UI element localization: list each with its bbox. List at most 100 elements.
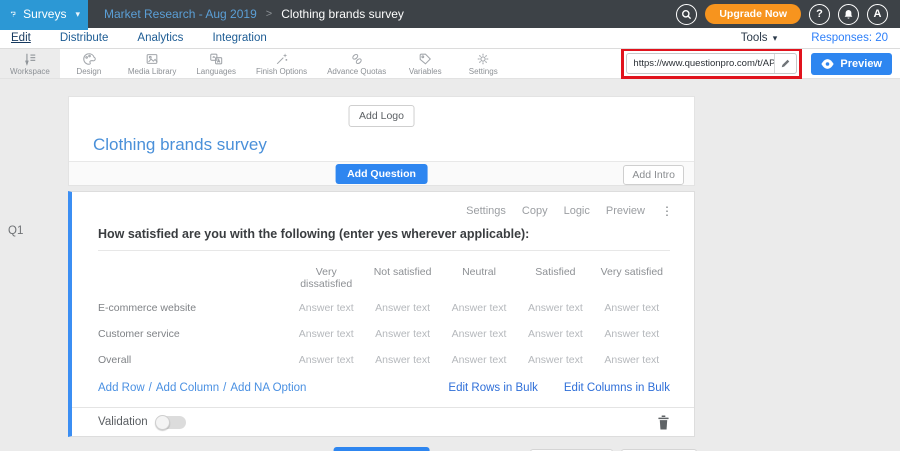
notifications-button[interactable] xyxy=(838,4,859,25)
matrix-answer-cell[interactable]: Answer text xyxy=(441,347,517,373)
add-question-button[interactable]: Add Question xyxy=(335,164,428,184)
nav-tab-analytics[interactable]: Analytics xyxy=(137,32,183,44)
editor-canvas: Q1 Add Logo Clothing brands survey Add Q… xyxy=(0,79,900,451)
edit-url-button[interactable] xyxy=(774,54,796,73)
responses-count[interactable]: Responses: 20 xyxy=(811,32,888,44)
chevron-down-icon: ▾ xyxy=(75,9,80,20)
matrix-answer-cell[interactable]: Answer text xyxy=(288,321,364,347)
toolbar-item-label: Advance Quotas xyxy=(327,67,386,76)
toolbar-item-languages[interactable]: Languages xyxy=(186,49,246,78)
toolbar-item-variables[interactable]: Variables xyxy=(396,49,454,78)
bell-icon xyxy=(843,9,854,20)
link-separator: / xyxy=(223,382,226,394)
toolbar-item-workspace[interactable]: Workspace xyxy=(0,49,60,78)
matrix-column-header[interactable]: Satisfied xyxy=(517,251,593,295)
matrix-column-header[interactable]: Not satisfied xyxy=(364,251,440,295)
survey-url-field[interactable]: https://www.questionpro.com/t/APNrFZ xyxy=(626,53,797,74)
edit-rows-in-bulk-link[interactable]: Edit Rows in Bulk xyxy=(448,382,537,394)
add-logo-button[interactable]: Add Logo xyxy=(348,105,415,127)
add-na-option-link[interactable]: Add NA Option xyxy=(230,382,306,394)
add-column-link[interactable]: Add Column xyxy=(156,382,219,394)
surveys-menu[interactable]: Surveys ▾ xyxy=(0,0,88,28)
matrix-answer-cell[interactable]: Answer text xyxy=(517,347,593,373)
edit-columns-in-bulk-link[interactable]: Edit Columns in Bulk xyxy=(564,382,670,394)
tools-menu[interactable]: Tools ▾ xyxy=(741,32,778,44)
toolbar-item-settings[interactable]: Settings xyxy=(454,49,512,78)
matrix-answer-cell[interactable]: Answer text xyxy=(364,295,440,321)
question-action-logic[interactable]: Logic xyxy=(564,205,590,217)
upgrade-now-button[interactable]: Upgrade Now xyxy=(705,4,801,24)
matrix-answer-cell[interactable]: Answer text xyxy=(288,347,364,373)
add-row-link[interactable]: Add Row xyxy=(98,382,145,394)
matrix-answer-cell[interactable]: Answer text xyxy=(364,321,440,347)
topbar-spacer xyxy=(404,0,676,28)
help-button[interactable]: ? xyxy=(809,4,830,25)
question-action-settings[interactable]: Settings xyxy=(466,205,506,217)
matrix-answer-cell[interactable]: Answer text xyxy=(441,321,517,347)
question-action-preview[interactable]: Preview xyxy=(606,205,645,217)
languages-icon xyxy=(209,52,223,66)
bulk-edit-links: Edit Rows in Bulk Edit Columns in Bulk xyxy=(448,382,670,394)
pencil-icon xyxy=(780,58,791,69)
matrix-answer-cell[interactable]: Answer text xyxy=(441,295,517,321)
matrix-corner-cell xyxy=(98,251,288,295)
vertical-dots-icon[interactable]: ⋮ xyxy=(661,204,672,218)
matrix-answer-cell[interactable]: Answer text xyxy=(364,347,440,373)
survey-title[interactable]: Clothing brands survey xyxy=(93,135,267,155)
palette-icon xyxy=(82,52,96,66)
toolbar-item-label: Variables xyxy=(409,67,442,76)
matrix-answer-cell[interactable]: Answer text xyxy=(288,295,364,321)
questionpro-logo-icon xyxy=(10,6,16,22)
delete-question-button[interactable] xyxy=(657,415,670,430)
question-text[interactable]: How satisfied are you with the following… xyxy=(98,227,529,241)
matrix-answer-cell[interactable]: Answer text xyxy=(517,321,593,347)
toolbar-right: https://www.questionpro.com/t/APNrFZ Pre… xyxy=(621,49,900,78)
matrix-column-header[interactable]: Neutral xyxy=(441,251,517,295)
search-button[interactable] xyxy=(676,4,697,25)
eye-icon xyxy=(821,59,834,69)
top-bar: Surveys ▾ Market Research - Aug 2019 > C… xyxy=(0,0,900,28)
avatar[interactable]: A xyxy=(867,4,888,25)
nav-tab-distribute[interactable]: Distribute xyxy=(60,32,109,44)
add-question-button-bottom[interactable]: Add Question xyxy=(333,447,430,451)
add-intro-button[interactable]: Add Intro xyxy=(623,165,684,185)
section-nav-links: Edit Distribute Analytics Integration xyxy=(11,32,267,44)
question-actions: Settings Copy Logic Preview ⋮ xyxy=(72,192,694,218)
matrix-row-label[interactable]: Overall xyxy=(98,347,288,373)
toolbar-item-design[interactable]: Design xyxy=(60,49,118,78)
matrix-row-label[interactable]: Customer service xyxy=(98,321,288,347)
matrix-column-header[interactable]: Very dissatisfied xyxy=(288,251,364,295)
nav-tab-integration[interactable]: Integration xyxy=(212,32,266,44)
matrix-answer-cell[interactable]: Answer text xyxy=(594,295,670,321)
survey-header-top: Add Logo Clothing brands survey xyxy=(69,97,694,161)
breadcrumb: Market Research - Aug 2019 > Clothing br… xyxy=(104,0,404,28)
validation-label: Validation xyxy=(98,416,148,428)
preview-button[interactable]: Preview xyxy=(811,53,892,75)
matrix-answer-cell[interactable]: Answer text xyxy=(517,295,593,321)
breadcrumb-parent[interactable]: Market Research - Aug 2019 xyxy=(104,7,257,21)
toolbar-item-label: Languages xyxy=(196,67,236,76)
toolbar-item-advance-quotas[interactable]: Advance Quotas xyxy=(317,49,396,78)
survey-header-card: Add Logo Clothing brands survey Add Ques… xyxy=(68,96,695,186)
toolbar-item-media-library[interactable]: Media Library xyxy=(118,49,186,78)
question-text-field[interactable]: How satisfied are you with the following… xyxy=(98,227,670,251)
survey-url-value[interactable]: https://www.questionpro.com/t/APNrFZ xyxy=(627,58,774,69)
validation-toggle[interactable] xyxy=(156,416,186,429)
question-action-copy[interactable]: Copy xyxy=(522,205,548,217)
answer-matrix: Very dissatisfiedNot satisfiedNeutralSat… xyxy=(98,251,670,373)
matrix-row-label[interactable]: E-commerce website xyxy=(98,295,288,321)
nav-tab-edit[interactable]: Edit xyxy=(11,32,31,44)
toolbar-item-finish-options[interactable]: Finish Options xyxy=(246,49,317,78)
section-nav-right: Tools ▾ Responses: 20 xyxy=(741,32,888,44)
matrix-column-header[interactable]: Very satisfied xyxy=(594,251,670,295)
matrix-answer-cell[interactable]: Answer text xyxy=(594,321,670,347)
link-separator: / xyxy=(149,382,152,394)
workspace-icon xyxy=(23,52,37,66)
brand-accent-strip xyxy=(0,28,88,30)
question-footer: Validation xyxy=(72,407,694,436)
matrix-answer-cell[interactable]: Answer text xyxy=(594,347,670,373)
row-column-links: Add Row / Add Column / Add NA Option xyxy=(98,382,306,394)
toolbar-item-label: Workspace xyxy=(10,67,50,76)
section-nav: Edit Distribute Analytics Integration Tools… xyxy=(0,28,900,49)
gear-icon xyxy=(476,52,490,66)
